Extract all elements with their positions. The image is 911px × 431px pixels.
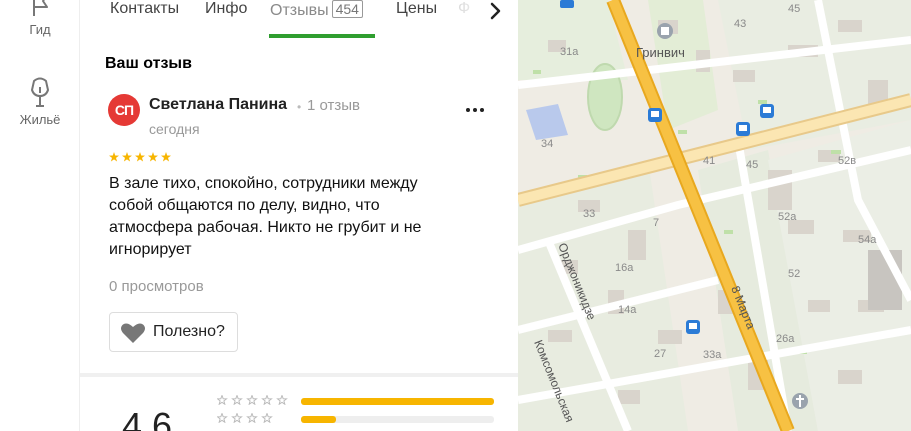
building-icon [30,77,50,107]
heart-icon [121,323,145,343]
tab-reviews-label: Отзывы [270,2,329,19]
bus-stop-icon[interactable] [736,122,750,136]
rating-bar-4 [301,416,494,423]
reviews-count-badge: 454 [331,0,363,18]
average-rating: 4,6 [122,405,173,431]
my-review-card: Ваш отзыв СП Светлана Панина • 1 отзыв с… [80,38,518,373]
house-number: 16а [615,262,634,274]
house-number: 52а [778,211,797,223]
author-name[interactable]: Светлана Панина [149,96,287,114]
bus-stop-icon[interactable] [560,0,574,8]
five-stars-label [217,395,288,405]
house-number: 31а [560,46,579,58]
rating-bar-fill [301,416,336,423]
house-number: 27 [654,348,666,360]
place-panel: Контакты Инфо Отзывы454 Цены Ф Ваш отзыв… [80,0,518,431]
helpful-label: Полезно? [153,323,225,340]
four-stars-label [217,413,273,423]
author-review-count: 1 отзыв [307,97,361,114]
rail-item-label: Жильё [19,112,61,127]
poi-label[interactable]: Гринвич [636,45,685,60]
map-view[interactable]: Гринвич 31а 34 33 7 16а 14а 27 33а 41 43… [518,0,911,431]
section-title: Ваш отзыв [105,55,192,72]
bus-stop-icon[interactable] [686,320,700,334]
tab-bar: Контакты Инфо Отзывы454 Цены Ф [80,0,518,38]
house-number: 34 [541,138,553,150]
house-number: 26а [776,333,795,345]
rail-item-label: Гид [29,22,51,37]
tab-prices[interactable]: Цены [396,0,437,18]
house-number: 54а [858,234,877,246]
house-number: 52в [838,155,856,167]
tab-reviews[interactable]: Отзывы 454 [270,0,363,20]
more-options-icon[interactable] [460,100,490,120]
views-count: 0 просмотров [109,278,204,295]
house-number: 14а [618,304,637,316]
poi-icon[interactable] [657,23,673,39]
house-number: 45 [746,159,758,171]
house-number: 45 [788,3,800,15]
chevron-right-icon[interactable] [482,0,508,24]
house-number: 7 [653,217,659,229]
house-number: 33 [583,208,595,220]
rating-stars [109,152,171,162]
flag-icon [33,0,48,16]
rating-bar-5 [301,398,494,405]
house-number: 33а [703,349,722,361]
review-date: сегодня [149,121,200,137]
left-rail: Гид Жильё [0,0,80,431]
bus-stop-icon[interactable] [648,108,662,122]
rating-summary: 4,6 [80,377,518,431]
tab-contacts[interactable]: Контакты [110,0,179,18]
avatar[interactable]: СП [108,94,140,126]
tab-info[interactable]: Инфо [205,0,247,18]
map-canvas[interactable]: Гринвич 31а 34 33 7 16а 14а 27 33а 41 43… [518,0,911,431]
house-number: 41 [703,155,715,167]
bus-stop-icon[interactable] [760,104,774,118]
rating-bar-fill [301,398,494,405]
house-number: 43 [734,18,746,30]
helpful-button[interactable]: Полезно? [109,312,238,352]
separator-dot: • [297,100,302,114]
rail-item-housing[interactable]: Жильё [0,76,80,127]
house-number: 52 [788,268,800,280]
rail-item-guide[interactable]: Гид [0,0,80,37]
review-text: В зале тихо, спокойно, сотрудники между … [109,175,422,258]
